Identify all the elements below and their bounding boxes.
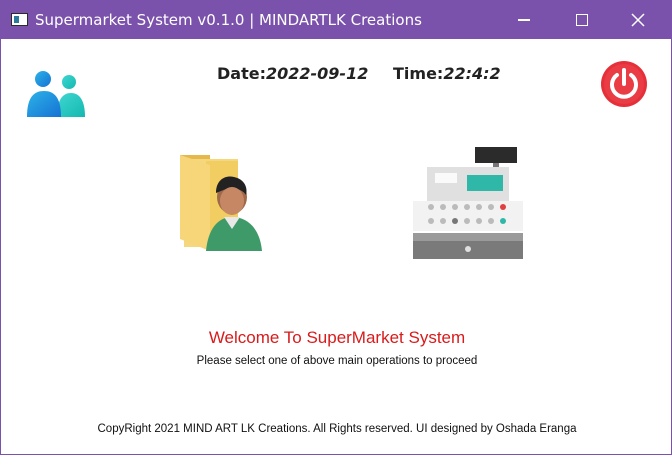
maximize-icon	[576, 14, 588, 26]
time-label: Time:	[393, 64, 444, 83]
copyright-footer: CopyRight 2021 MIND ART LK Creations. Al…	[97, 423, 577, 435]
welcome-heading: Welcome To SuperMarket System	[208, 328, 466, 347]
date-display: Date:2022-09-12	[217, 64, 368, 83]
instruction-text: Please select one of above main operatio…	[196, 355, 478, 367]
maximize-button[interactable]	[559, 1, 605, 39]
date-label: Date:	[217, 64, 266, 83]
user-folder-icon	[180, 155, 262, 251]
window-title: Supermarket System v0.1.0 | MINDARTLK Cr…	[35, 11, 422, 29]
cash-register-icon	[413, 147, 523, 259]
user-management-button[interactable]	[176, 151, 266, 255]
app-window: Supermarket System v0.1.0 | MINDARTLK Cr…	[0, 0, 672, 455]
close-button[interactable]	[615, 1, 661, 39]
minimize-button[interactable]	[501, 1, 547, 39]
close-icon	[631, 13, 645, 27]
cashier-button[interactable]	[409, 145, 527, 261]
users-icon	[25, 69, 87, 119]
date-value: 2022-09-12	[265, 64, 369, 83]
title-bar[interactable]: Supermarket System v0.1.0 | MINDARTLK Cr…	[1, 1, 671, 39]
minimize-icon	[518, 19, 530, 21]
power-icon	[601, 61, 647, 107]
time-display: Time:22:4:2	[393, 64, 501, 83]
app-icon	[11, 13, 28, 26]
power-button[interactable]	[599, 60, 649, 108]
time-value: 22:4:2	[443, 64, 501, 83]
